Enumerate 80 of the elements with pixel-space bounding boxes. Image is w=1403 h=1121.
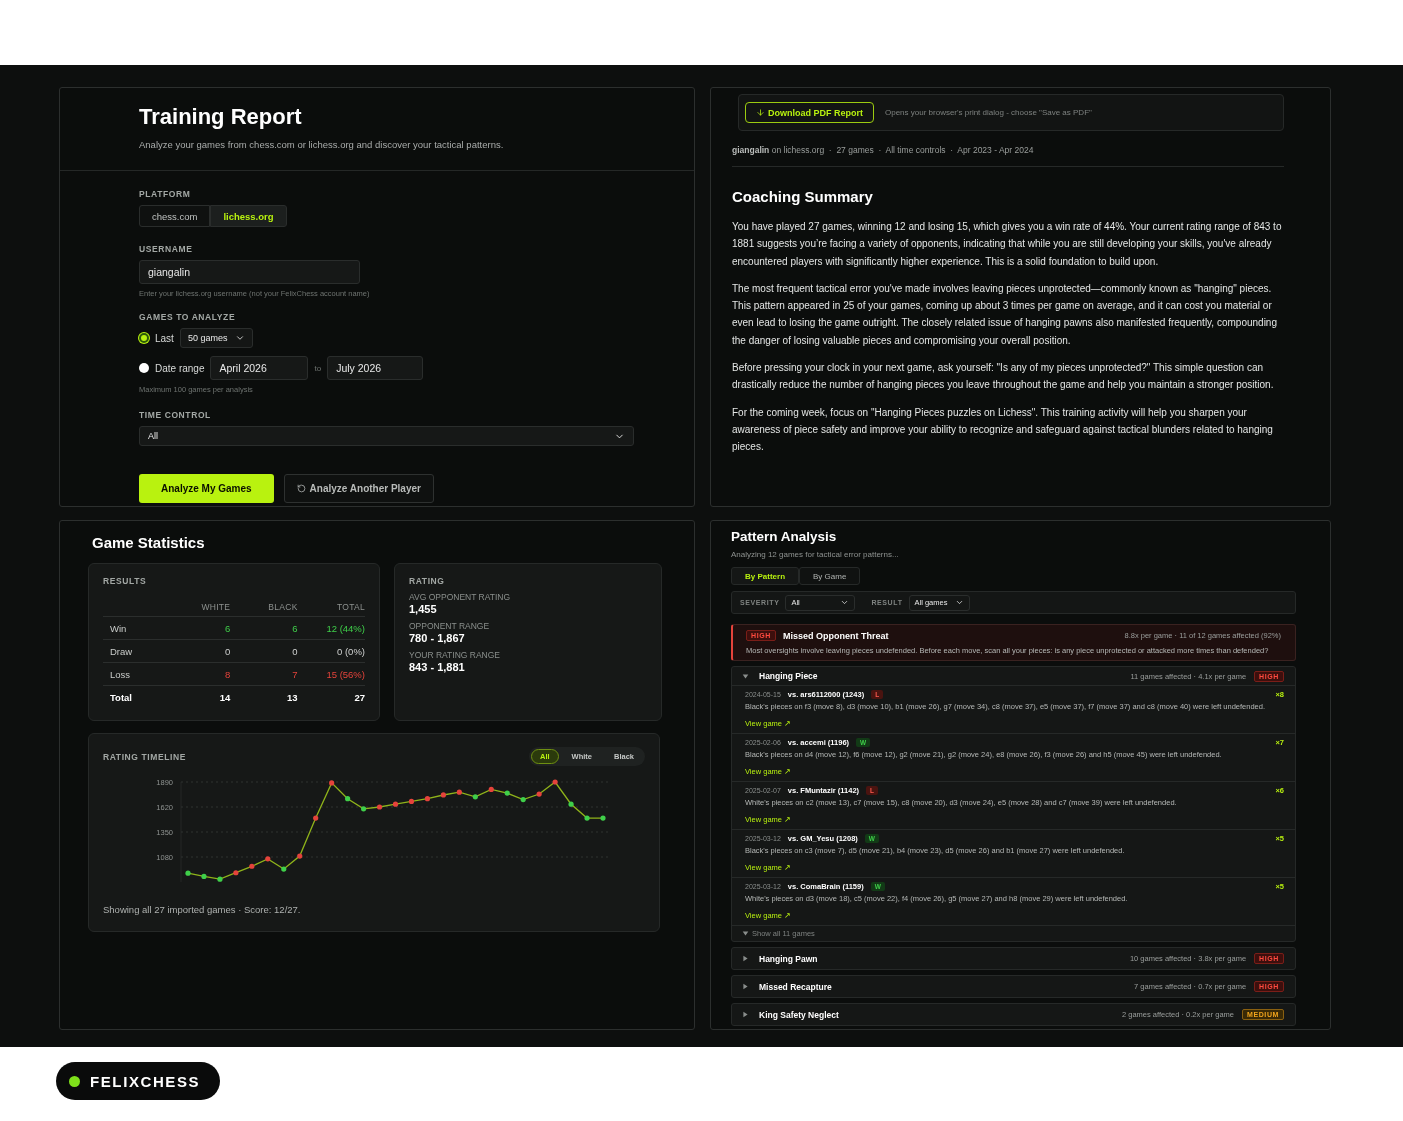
radio-label: Last xyxy=(155,332,174,344)
download-hint: Opens your browser's print dialog - choose "Save as PDF" xyxy=(885,108,1092,117)
view-tab[interactable]: By Pattern xyxy=(731,567,799,585)
table-cell: 7 xyxy=(230,663,298,686)
collapse-icon[interactable] xyxy=(742,672,749,680)
platform-option[interactable]: lichess.org xyxy=(210,205,287,227)
pattern-title: Hanging Piece xyxy=(759,671,818,681)
summary-paragraph: The most frequent tactical error you've made involves leaving pieces unprotected—commonly known as "hanging" pieces. This pattern appeared in 25 of your games, coming up about 3 times per game on average, and it can cost you material or even lead to losing the game outright. The closely related issue of hanging pawns also manifested frequently, compounding the danger of losing valuable pieces and compromising your overall position. xyxy=(732,281,1278,348)
table-cell: 6 xyxy=(163,617,231,640)
summary-paragraph: Before pressing your clock in your next game, ask yourself: "Is any of my pieces unprotected?" This simple question can drastically reduce the number of hanging pieces you leave throughout the game and help you maintain a stronger position. xyxy=(732,361,1275,393)
stat-value: 1,455 xyxy=(409,603,438,615)
field-label: GAMES TO ANALYZE xyxy=(139,312,237,322)
stat-label: YOUR RATING RANGE xyxy=(409,650,501,660)
table-cell: 0 xyxy=(163,640,231,663)
table-cell: 15 (56%) xyxy=(297,663,365,686)
download-icon xyxy=(756,108,765,117)
dot-icon xyxy=(69,1075,80,1087)
table-cell-text: 27 xyxy=(353,691,365,705)
table-cell: 0 xyxy=(230,640,298,663)
chevron-down-icon xyxy=(235,333,246,343)
field-label: USERNAME xyxy=(139,244,194,254)
caret-icon[interactable] xyxy=(742,930,749,937)
row-label: Win xyxy=(103,617,163,640)
section-title: Coaching Summary xyxy=(732,188,874,205)
table-cell: 0 (0%) xyxy=(297,640,365,663)
stat-label: OPPONENT RANGE xyxy=(409,621,491,631)
page-subtitle: Analyze your games from chess.com or lichess.org and discover your tactical patterns. xyxy=(139,139,505,150)
date-from-field[interactable]: April 2026 xyxy=(210,356,309,380)
summary-paragraph: You have played 27 games, winning 12 and losing 15, which gives you a win rate of 44%. Your current rating range of 843 to 1881 suggests you’re facing a variety of opponents, indicating that while you are still developing your skills, you've already encountered players with significantly higher experience. This is a solid foundation to build upon. xyxy=(732,220,1283,269)
row-label: Draw xyxy=(103,640,163,663)
range-separator: to xyxy=(314,363,322,373)
brand-name: FELIXCHESS xyxy=(90,1072,201,1090)
summary-paragraph: For the coming week, focus on "Hanging Pieces puzzles on Lichess". This training activity will help you sharpen your awareness of piece safety and improve your ability to recognize and safeguard against tactical blunders related to hanging pieces. xyxy=(732,405,1274,455)
section-title: Game Statistics xyxy=(92,534,206,551)
expand-icon[interactable] xyxy=(742,955,749,962)
panel-label: RATING TIMELINE xyxy=(103,751,186,762)
stat-value: 843 - 1,881 xyxy=(409,661,466,673)
row-label: Total xyxy=(109,691,133,705)
column-header: TOTAL xyxy=(297,594,365,617)
analyze-another-button[interactable]: Analyze Another Player xyxy=(283,474,434,503)
chart-caption: Showing all 27 imported games · Score: 12/27. xyxy=(103,904,302,915)
radio-button[interactable] xyxy=(139,333,149,343)
chevron-down-icon xyxy=(840,598,850,607)
panel-label: RATING xyxy=(409,576,446,586)
time-control-select[interactable]: All xyxy=(139,426,634,446)
section-title: Pattern Analysis xyxy=(731,529,838,544)
radio-label: Date range xyxy=(155,362,205,374)
table-cell-text: 13 xyxy=(286,691,298,705)
pattern-title: King Safety Neglect xyxy=(759,1009,839,1020)
analyze-button[interactable]: Analyze My Games xyxy=(139,474,274,503)
section-subtitle: Analyzing 12 games for tactical error patterns... xyxy=(731,550,900,559)
expand-icon[interactable] xyxy=(742,1011,749,1018)
pattern-title: Hanging Pawn xyxy=(759,953,818,964)
download-button[interactable]: Download PDF Report xyxy=(745,102,874,123)
expand-icon[interactable] xyxy=(742,983,749,990)
report-meta: giangalin on lichess.org · 27 games · All time controls · Apr 2023 - Apr 2024 xyxy=(732,145,1284,167)
reset-icon xyxy=(296,484,306,493)
view-tab[interactable]: By Game xyxy=(799,567,861,585)
pattern-title: Missed Opponent Threat xyxy=(782,630,889,641)
panel-label: RESULTS xyxy=(103,576,148,586)
field-label: PLATFORM xyxy=(139,189,192,199)
column-header: BLACK xyxy=(230,594,298,617)
platform-option[interactable]: chess.com xyxy=(139,205,211,227)
stat-value: 780 - 1,867 xyxy=(409,632,466,644)
stat-label: AVG OPPONENT RATING xyxy=(409,592,512,602)
radio-button[interactable] xyxy=(139,363,149,373)
table-cell: 12 (44%) xyxy=(297,617,365,640)
date-to-field[interactable]: July 2026 xyxy=(327,356,424,380)
chevron-down-icon xyxy=(955,598,965,607)
pattern-row[interactable] xyxy=(731,666,1296,942)
table-cell: 8 xyxy=(163,663,231,686)
field-label: TIME CONTROL xyxy=(139,410,212,420)
row-label: Loss xyxy=(103,663,163,686)
table-cell-text: 14 xyxy=(218,691,231,705)
games-count-select[interactable]: 50 games xyxy=(179,328,254,348)
column-header: WHITE xyxy=(163,594,231,617)
username-field[interactable]: giangalin xyxy=(139,260,360,284)
pattern-title: Missed Recapture xyxy=(759,981,832,992)
table-cell: 6 xyxy=(230,617,298,640)
page-title: Training Report xyxy=(139,104,303,130)
